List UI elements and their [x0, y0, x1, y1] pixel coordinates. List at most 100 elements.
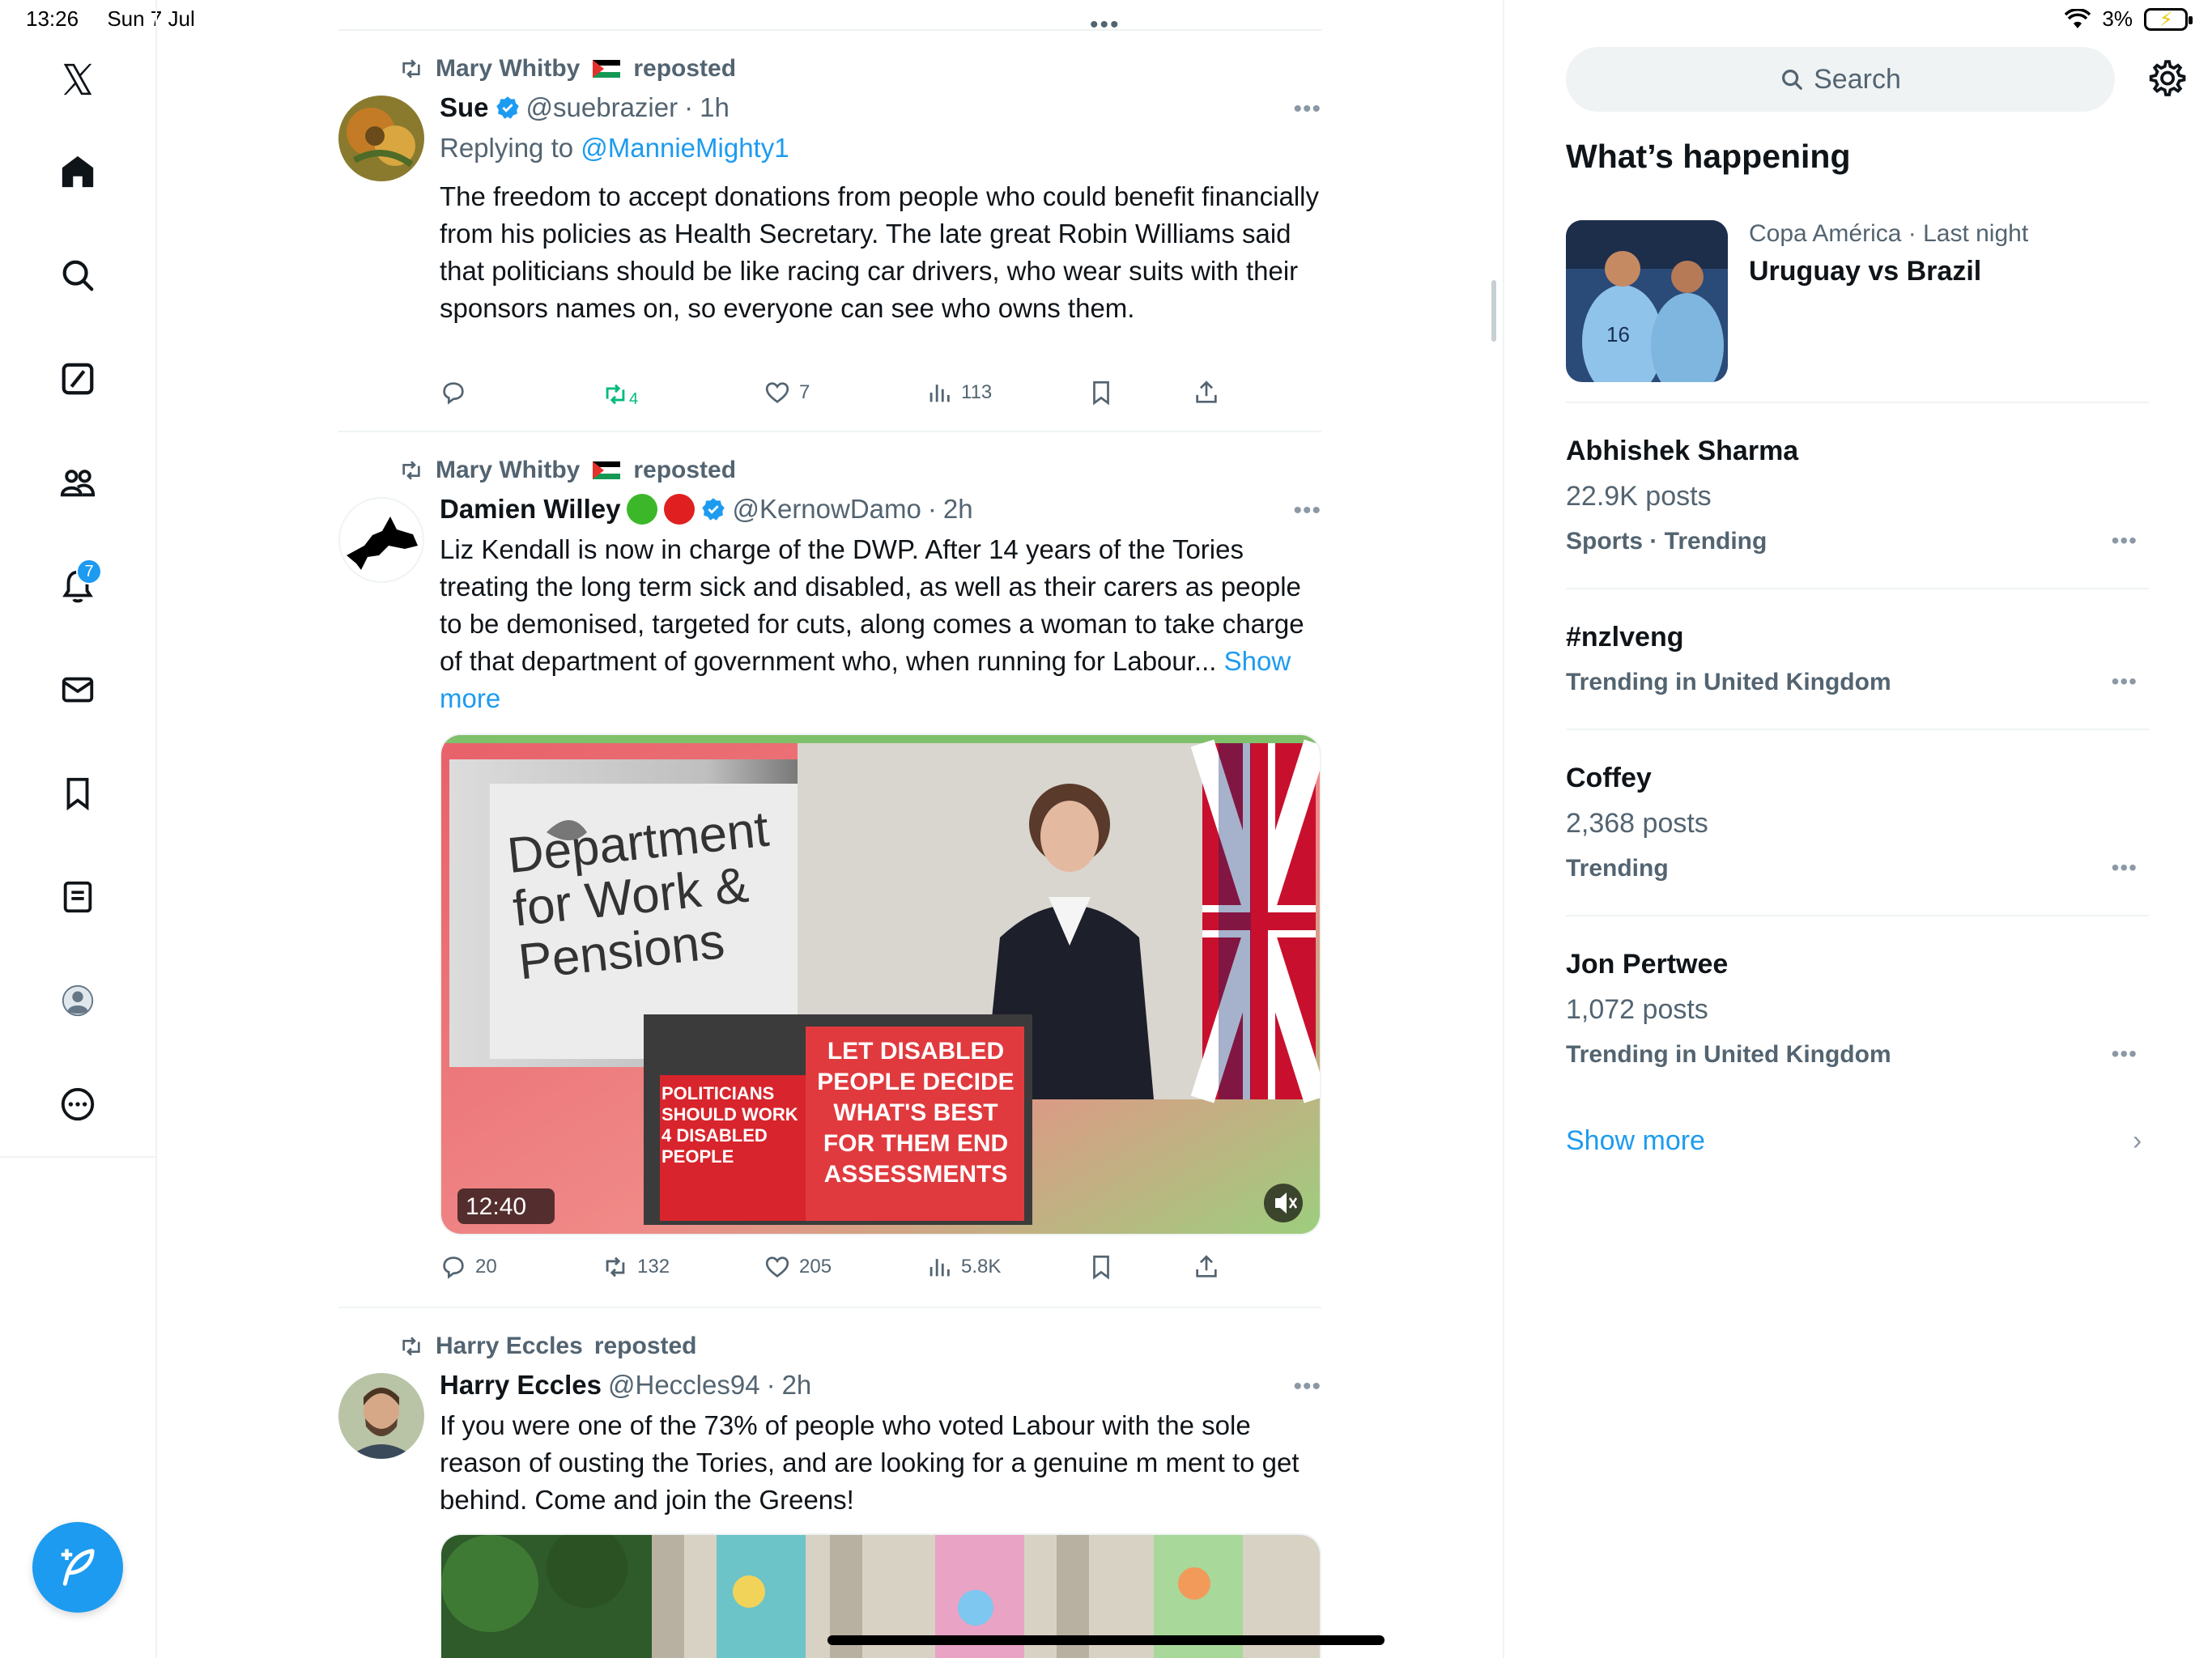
reply-button[interactable]: 20	[440, 1253, 497, 1281]
tweet-more-icon[interactable]: •••	[1293, 96, 1321, 123]
repost-count: 132	[637, 1256, 670, 1278]
mute-toggle-icon[interactable]	[1262, 1182, 1304, 1224]
home-timeline[interactable]: ••• Mary Whitby reposted Sue @suebrazier…	[338, 0, 1321, 1658]
share-button[interactable]	[1193, 379, 1220, 406]
avatar[interactable]	[338, 497, 424, 583]
right-sidebar: Search What’s happening 16 Copa América …	[1503, 0, 2212, 1658]
tweet-time[interactable]: 1h	[700, 92, 730, 123]
tweet-time[interactable]: 2h	[943, 494, 973, 525]
tweet-header: Sue @suebrazier · 1h	[440, 92, 730, 123]
reply-label: Replying to	[440, 133, 574, 163]
trend-item[interactable]: Jon Pertwee 1,072 posts Trending in Unit…	[1566, 918, 2149, 1080]
tweet-more-icon[interactable]: •••	[1293, 497, 1321, 525]
user-handle[interactable]: @KernowDamo	[732, 494, 921, 525]
repost-indicator: Harry Eccles reposted	[398, 1333, 697, 1360]
repost-icon	[402, 1337, 420, 1356]
display-name[interactable]: Damien Willey	[440, 494, 620, 525]
repost-user[interactable]: Harry Eccles	[436, 1333, 583, 1360]
trend-post-count: 2,368 posts	[1566, 808, 1708, 839]
search-input[interactable]: Search	[1566, 47, 2115, 112]
lists-icon[interactable]	[52, 871, 104, 923]
communities-icon[interactable]	[52, 457, 104, 508]
tweet-text: The freedom to accept donations from peo…	[440, 181, 1319, 323]
trend-item[interactable]: #nzlveng Trending in United Kingdom •••	[1566, 591, 2149, 730]
nav-divider	[0, 1156, 157, 1158]
previous-tweet-tail: •••	[338, 0, 1321, 38]
reply-button[interactable]	[440, 379, 475, 406]
featured-trend-headline: Uruguay vs Brazil	[1749, 256, 1982, 287]
video-sign-text: Department for Work & Pensions	[504, 801, 783, 991]
display-name[interactable]: Sue	[440, 92, 489, 123]
views-button[interactable]: 5.8K	[925, 1253, 1001, 1281]
repost-button[interactable]: 132	[602, 1253, 670, 1281]
home-indicator[interactable]	[827, 1635, 1385, 1645]
avatar[interactable]	[338, 1373, 424, 1459]
bookmark-icon	[1093, 380, 1109, 406]
compose-post-button[interactable]	[32, 1522, 123, 1613]
repost-label: reposted	[633, 457, 737, 483]
green-circle-emoji-icon	[627, 494, 658, 525]
like-button[interactable]: 7	[764, 379, 810, 406]
notifications-icon[interactable]: 7	[52, 559, 104, 612]
verified-badge-icon	[496, 96, 519, 119]
repost-user[interactable]: Mary Whitby	[436, 55, 580, 83]
tweet[interactable]: Mary Whitby reposted Damien Willey @Kern…	[338, 434, 1321, 1308]
more-options-icon[interactable]	[52, 1078, 104, 1130]
svg-text:16: 16	[1606, 322, 1630, 346]
trend-more-icon[interactable]: •••	[2112, 528, 2138, 554]
tweet-text: Liz Kendall is now in charge of the DWP.…	[440, 531, 1322, 717]
trend-title: Abhishek Sharma	[1566, 436, 1799, 466]
views-icon	[929, 1259, 950, 1277]
like-count: 7	[799, 381, 810, 403]
like-button[interactable]: 205	[764, 1253, 832, 1281]
bookmark-button[interactable]	[1087, 1253, 1115, 1281]
trend-more-icon[interactable]: •••	[2112, 669, 2138, 695]
repost-user[interactable]: Mary Whitby	[436, 457, 580, 484]
grok-icon[interactable]	[52, 353, 104, 405]
feed-scrollbar[interactable]	[1491, 280, 1496, 342]
views-button[interactable]: 113	[925, 379, 992, 406]
tweet-more-icon[interactable]: •••	[1293, 1373, 1321, 1401]
compose-feather-icon	[61, 1549, 95, 1586]
featured-trend[interactable]: 16 Copa América · Last night Uruguay vs …	[1566, 220, 2149, 403]
trend-more-icon[interactable]: •••	[2112, 1041, 2138, 1067]
search-icon[interactable]	[52, 249, 104, 301]
tweet[interactable]: Harry Eccles reposted Harry Eccles @Hecc…	[338, 1310, 1321, 1658]
trend-item[interactable]: Coffey 2,368 posts Trending •••	[1566, 732, 2149, 916]
trend-post-count: 22.9K posts	[1566, 481, 1712, 512]
repost-indicator: Mary Whitby reposted	[398, 457, 736, 484]
tweet-time[interactable]: 2h	[782, 1370, 812, 1401]
bookmark-button[interactable]	[1087, 379, 1115, 406]
featured-trend-meta: Copa América · Last night	[1749, 220, 2029, 247]
view-count: 5.8K	[961, 1256, 1002, 1278]
home-icon[interactable]	[52, 146, 104, 198]
trend-more-icon[interactable]: •••	[2112, 855, 2138, 881]
search-placeholder: Search	[1814, 63, 1901, 95]
display-name[interactable]: Harry Eccles	[440, 1370, 602, 1401]
repost-icon	[606, 384, 625, 404]
repost-icon	[402, 461, 420, 480]
share-icon	[1196, 380, 1217, 403]
messages-icon[interactable]	[52, 664, 104, 716]
video-player[interactable]: Department for Work & Pensions POLITICIA…	[440, 733, 1321, 1235]
bookmarks-icon[interactable]	[52, 767, 104, 819]
banner-right-text: LET DISABLED PEOPLE DECIDE WHAT'S BEST F…	[817, 1038, 1015, 1188]
repost-button[interactable]: 4	[602, 379, 638, 409]
x-logo-icon[interactable]	[52, 53, 104, 105]
reply-to-link[interactable]: @MannieMighty1	[581, 133, 789, 163]
reply-context: Replying to @MannieMighty1	[440, 133, 789, 164]
views-icon	[929, 385, 950, 402]
share-button[interactable]	[1193, 1253, 1220, 1281]
avatar[interactable]	[338, 96, 424, 181]
profile-icon[interactable]	[52, 975, 104, 1027]
reply-icon	[443, 1256, 464, 1279]
user-handle[interactable]: @suebrazier	[526, 92, 678, 123]
user-handle[interactable]: @Heccles94	[608, 1370, 760, 1401]
notification-badge: 7	[76, 559, 102, 585]
trend-item[interactable]: Abhishek Sharma 22.9K posts Sports · Tre…	[1566, 405, 2149, 589]
show-more-trends-link[interactable]: Show more	[1566, 1125, 1705, 1157]
tweet[interactable]: Mary Whitby reposted Sue @suebrazier · 1…	[338, 32, 1321, 432]
repost-icon	[402, 59, 420, 79]
search-icon	[1782, 69, 1802, 90]
settings-gear-icon[interactable]	[2146, 58, 2186, 99]
